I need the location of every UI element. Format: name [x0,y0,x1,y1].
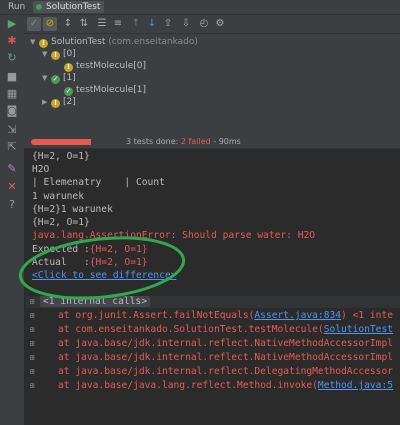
internal-calls-collapsed[interactable]: <1 internal calls> [40,296,150,307]
stack-frame: at java.base/jdk.internal.reflect.Native… [58,338,394,349]
run-actions-sidebar: ▶ ✱ ↻ ■ ▦ ◙ ⇲ ⇱ ✎ ✕ ? [0,15,25,425]
fold-icon[interactable]: ⊞ [28,312,36,320]
click-to-see-difference-link[interactable]: <Click to see difference> [32,270,176,281]
tree-node-label: testMolecule[1] [76,85,147,95]
sort-alpha-icon[interactable]: ↕ [61,17,75,31]
show-passed-icon[interactable]: ✓ [27,17,41,31]
export-results-icon[interactable]: ⇧ [161,17,175,31]
source-link[interactable]: SolutionTest [324,324,393,335]
rerun-icon[interactable]: ▶ [6,18,18,30]
close-icon[interactable]: ✕ [6,181,18,193]
collapse-all-icon[interactable]: ≡ [111,17,125,31]
summary-duration: - 90ms [210,137,241,146]
console-line: | Elemenatry | Count [32,177,165,188]
help-icon[interactable]: ? [6,199,18,211]
console-line: H2O [32,164,50,175]
tree-node-label: [1] [63,73,76,83]
passed-status-icon: ✓ [51,75,60,84]
fold-icon[interactable]: ⊞ [28,382,36,390]
expand-all-icon[interactable]: ☰ [95,17,109,31]
run-config-tab-label: SolutionTest [46,2,101,12]
export-icon[interactable]: ⇲ [6,124,18,136]
stack-frame: at java.base/jdk.internal.reflect.Delega… [58,366,394,377]
warning-status-icon: ! [51,51,60,60]
fold-icon[interactable]: ⊞ [28,298,36,306]
tree-node[interactable]: ! testMolecule[0] [64,61,146,72]
console-line: 1 warunek [32,191,84,202]
toggle-auto-test-icon[interactable]: ↻ [6,52,18,64]
test-summary: 3 tests done: 2 failed - 90ms [126,137,241,147]
fold-icon[interactable]: ⊞ [28,354,36,362]
camera-icon[interactable]: ◙ [6,105,18,117]
console-output[interactable]: {H=2, O=1} H2O | Elemenatry | Count 1 wa… [24,149,400,425]
run-label: Run [8,2,26,12]
show-ignored-icon[interactable]: ⊘ [43,17,57,31]
source-link[interactable]: Method.java:5 [318,380,393,391]
summary-prefix: 3 tests done: [126,137,181,146]
test-history-icon[interactable]: ◴ [197,17,211,31]
actual-line: Actual :{H=2, O=1} [32,257,148,269]
internal-calls-line: <1 internal calls> [40,296,150,308]
import-icon[interactable]: ⇱ [6,141,18,153]
fold-icon[interactable]: ⊞ [28,326,36,334]
fold-icon[interactable]: ⊞ [28,340,36,348]
test-runner-toolbar: ✓ ⊘ ↕ ⇅ ☰ ≡ ↑ ↓ ⇧ ⇩ ◴ ⚙ [24,15,400,34]
rerun-failed-icon[interactable]: ✱ [6,35,18,47]
stack-frame: at java.base/jdk.internal.reflect.Native… [58,352,394,363]
stop-icon[interactable]: ■ [6,71,18,83]
warning-status-icon: ! [51,99,60,108]
expected-value: {H=2, O=1} [89,244,148,255]
test-progress-bar [31,139,121,145]
tree-root-label: SolutionTest [51,37,106,47]
stack-frame-text: at java.base/java.lang.reflect.Method.in… [58,380,318,391]
tree-node[interactable]: ✓ testMolecule[1] [64,85,146,96]
test-status-bar: 3 tests done: 2 failed - 90ms [24,136,400,149]
run-config-tab[interactable]: SolutionTest [33,1,105,13]
assertion-error: java.lang.AssertionError: Should parse w… [32,230,316,241]
expand-arrow-icon[interactable]: ▼ [30,37,39,48]
console-line: {H=2, O=1} [32,151,90,162]
expected-label: Expected : [32,244,90,255]
collapsed-arrow-icon[interactable]: ▶ [42,97,51,108]
next-failed-icon[interactable]: ↓ [145,17,159,31]
expand-arrow-icon[interactable]: ▼ [42,73,51,84]
passed-status-icon: ✓ [64,87,73,96]
stack-frame-text: at org.junit.Assert.failNotEquals( [58,310,255,321]
settings-icon[interactable]: ⚙ [213,17,227,31]
fold-icon[interactable]: ⊞ [28,368,36,376]
tree-node-label: [0] [63,49,76,59]
console-line: {H=2, O=1} [32,217,90,228]
tree-node[interactable]: ▶! [2] [42,97,76,108]
tree-node[interactable]: ▼ ✓ [1] [42,73,76,84]
stack-frame: at org.junit.Assert.failNotEquals(Assert… [58,310,393,322]
stack-frame: at java.base/java.lang.reflect.Method.in… [58,380,393,392]
warning-status-icon: ! [39,39,48,48]
tree-root[interactable]: ▼! SolutionTest (com.enseitankado) [30,37,198,48]
expand-arrow-icon[interactable]: ▼ [42,49,51,60]
pin-icon[interactable]: ✎ [6,163,18,175]
tree-node[interactable]: ▼! [0] [42,49,76,60]
layout-icon[interactable]: ▦ [6,88,18,100]
console-line: {H=2}1 warunek [32,204,113,215]
warning-status-icon: ! [64,63,73,72]
tree-root-package: (com.enseitankado) [108,37,198,47]
source-link[interactable]: Assert.java:834 [254,310,341,321]
expected-line: Expected :{H=2, O=1} [32,244,148,256]
actual-label: Actual : [32,257,90,268]
actual-value: {H=2, O=1} [89,257,148,268]
tree-node-label: testMolecule[0] [76,61,147,71]
stack-frame-text: at com.enseitankado.SolutionTest.testMol… [58,324,324,335]
test-progress-fill [31,139,92,145]
test-results-tree: ▼! SolutionTest (com.enseitankado) ▼! [0] … [24,34,400,136]
tree-node-label: [2] [63,97,76,107]
diff-line: <Click to see difference> [32,270,176,282]
run-tool-window-header: Run SolutionTest [0,0,400,15]
sort-duration-icon[interactable]: ⇅ [77,17,91,31]
stack-frame-suffix: ) <1 inte [341,310,394,321]
import-results-icon[interactable]: ⇩ [179,17,193,31]
previous-failed-icon[interactable]: ↑ [129,17,143,31]
stack-frame: at com.enseitankado.SolutionTest.testMol… [58,324,393,336]
run-config-icon [36,4,42,10]
summary-failed: 2 failed [180,137,211,146]
